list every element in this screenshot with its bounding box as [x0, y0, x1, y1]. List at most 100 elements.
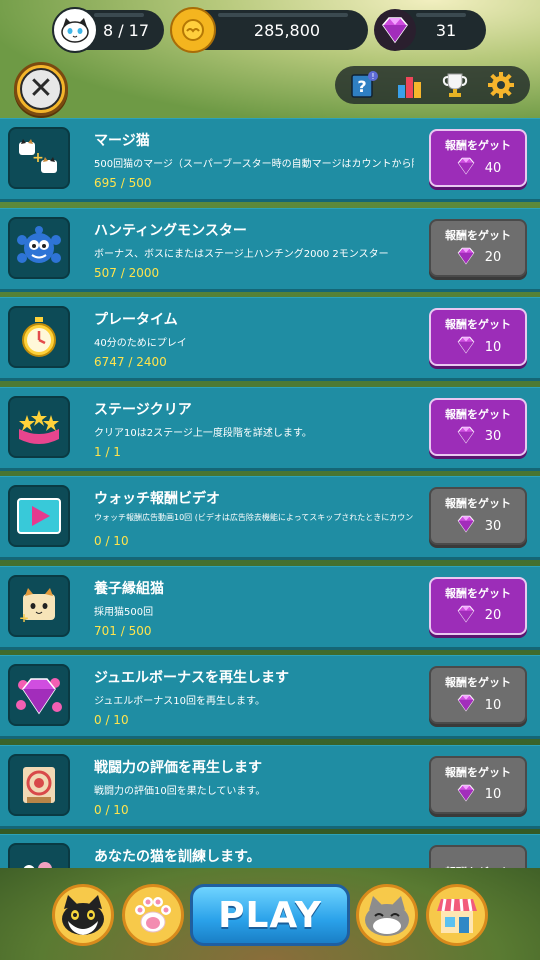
- shop-nav-button[interactable]: [426, 884, 488, 946]
- bottom-nav: PLAY: [0, 866, 540, 960]
- reward-amount: 10: [455, 694, 502, 716]
- achievement-description: 戦闘力の評価10回を果たしています。: [94, 785, 266, 797]
- ranking-button[interactable]: [439, 69, 471, 101]
- achievement-description: ジュエルボーナス10回を再生します。: [94, 696, 266, 707]
- achievement-card: + 養子縁組猫 採用猫500回 701 / 500 報酬をゲット 20: [0, 565, 540, 647]
- claim-reward-button[interactable]: 報酬をゲット 10: [429, 308, 527, 366]
- shop-icon: [437, 898, 477, 933]
- achievement-description: 40分のためにプレイ: [94, 338, 187, 349]
- gem-icon: [455, 336, 485, 358]
- claim-reward-button[interactable]: 報酬をゲット 10: [429, 755, 527, 814]
- coin-pill: 285,800: [170, 7, 368, 53]
- reward-value: 10: [484, 697, 502, 713]
- train-cat-icon: [8, 843, 70, 868]
- achievement-card: ウォッチ報酬ビデオウォッチ報酬広告動画10回 (ビデオは広告除去機能によってスキ…: [0, 476, 540, 557]
- gray-cat-icon: [365, 896, 409, 936]
- achievement-title: ハンティングモンスター: [94, 222, 247, 239]
- reward-value: 20: [484, 608, 502, 623]
- coin-count: 285,800: [253, 20, 321, 40]
- achievement-title: マージ猫: [94, 133, 150, 149]
- reward-value: 40: [484, 160, 502, 176]
- gem-icon: [374, 9, 416, 51]
- achievement-progress: 0 / 10: [94, 713, 129, 727]
- achievement-progress: 695 / 500: [94, 176, 152, 190]
- help-icon: ? !: [351, 71, 378, 98]
- cat-count: 8 / 17: [102, 20, 150, 40]
- reward-value: 30: [484, 518, 502, 534]
- stopwatch-icon: [8, 306, 70, 368]
- claim-reward-button[interactable]: 報酬をゲット 10: [429, 666, 527, 724]
- trophy-icon: [443, 73, 468, 97]
- cats-nav-button[interactable]: [52, 884, 114, 946]
- claim-reward-button[interactable]: 報酬をゲット 30: [429, 397, 527, 456]
- settings-button[interactable]: [485, 69, 517, 101]
- reward-value: 30: [484, 429, 502, 444]
- claim-reward-label: 報酬をゲット: [445, 139, 511, 152]
- video-play-icon: [8, 485, 70, 547]
- claim-reward-label: 報酬をゲット: [445, 765, 511, 779]
- achievement-title: 戦闘力の評価を再生します: [94, 759, 262, 776]
- svg-text:!: !: [371, 72, 374, 81]
- gem-icon: [455, 157, 485, 179]
- achievement-progress: 1 / 1: [94, 444, 121, 459]
- claim-reward-label: 報酬をゲット: [445, 407, 511, 421]
- gem-icon: [455, 605, 485, 627]
- achievement-description: 採用猫500回: [94, 606, 154, 618]
- gray-cat-nav-button[interactable]: [356, 884, 418, 946]
- coin-icon: [170, 7, 216, 53]
- reward-amount: 40: [455, 157, 502, 179]
- claim-reward-button[interactable]: 報酬をゲット 20: [429, 218, 527, 277]
- close-button[interactable]: ✕: [14, 62, 68, 116]
- help-button[interactable]: ? !: [348, 69, 380, 101]
- svg-text:+: +: [19, 611, 29, 625]
- monster-icon: [8, 216, 70, 279]
- reward-value: 20: [484, 250, 502, 265]
- claim-reward-label: 報酬をゲット: [445, 586, 511, 600]
- gem-icon: [455, 247, 485, 269]
- target-icon: [8, 753, 70, 816]
- stars-icon: [8, 395, 70, 458]
- achievement-title: あなたの猫を訓練します。: [94, 849, 261, 865]
- paw-nav-button[interactable]: [122, 884, 184, 946]
- tools-bar: ? !: [335, 66, 530, 104]
- claim-reward-label: 報酬をゲット: [445, 497, 511, 510]
- adopt-cat-icon: +: [8, 574, 70, 637]
- reward-value: 10: [484, 339, 502, 355]
- gem-count: 31: [435, 20, 457, 40]
- achievement-progress: 0 / 10: [94, 802, 129, 817]
- claim-reward-label: 報酬をゲット: [445, 676, 511, 689]
- stats-button[interactable]: [394, 69, 426, 101]
- achievement-progress: 507 / 2000: [94, 265, 160, 280]
- svg-text:+: +: [32, 150, 44, 166]
- achievement-card: プレータイム 40分のためにプレイ 6747 / 2400 報酬をゲット 10: [0, 297, 540, 378]
- cat-face-icon: [52, 7, 98, 53]
- achievement-progress: 701 / 500: [94, 623, 152, 638]
- claim-reward-button[interactable]: 報酬をゲット: [429, 845, 527, 868]
- gear-icon: [488, 72, 515, 98]
- achievement-description: ボーナス、ボスにまたはステージ上ハンチング2000 2モンスター: [94, 248, 389, 260]
- claim-reward-button[interactable]: 報酬をゲット 40: [429, 129, 527, 187]
- reward-amount: 30: [455, 515, 502, 537]
- claim-reward-button[interactable]: 報酬をゲット 20: [429, 576, 527, 635]
- achievement-card: あなたの猫を訓練します。 報酬をゲット: [0, 834, 540, 868]
- gem-icon: [455, 784, 485, 806]
- achievement-card: ジュエルボーナスを再生します ジュエルボーナス10回を再生します。 0 / 10 報酬…: [0, 655, 540, 736]
- achievement-description: クリア10は2ステージ上一度段階を詳述します。: [94, 427, 312, 439]
- paw-icon: [135, 897, 171, 933]
- svg-text:?: ?: [357, 77, 366, 96]
- gem-pill: 31: [374, 9, 486, 51]
- claim-reward-label: 報酬をゲット: [445, 228, 511, 242]
- claim-reward-button[interactable]: 報酬をゲット 30: [429, 487, 527, 545]
- achievement-card: 戦闘力の評価を再生します戦闘力の評価10回を果たしています。 0 / 10 報酬をゲ…: [0, 744, 540, 826]
- merge-cats-icon: +: [8, 127, 70, 189]
- achievement-description: ウォッチ報酬広告動画10回 (ビデオは広告除去機能によってスキップされたときにカ…: [94, 513, 414, 522]
- achievement-title: ステージクリア: [94, 401, 192, 418]
- reward-amount: 20: [455, 605, 502, 627]
- achievement-list[interactable]: + マージ猫 500回猫のマージ（スーパーブースター時の自動マージはカウントから除外…: [0, 118, 540, 868]
- gem-icon: [455, 426, 485, 448]
- achievement-title: ウォッチ報酬ビデオ: [94, 491, 220, 507]
- reward-amount: 10: [455, 784, 501, 806]
- achievement-progress: 0 / 10: [94, 534, 129, 548]
- play-button[interactable]: PLAY: [190, 884, 350, 946]
- achievement-progress: 6747 / 2400: [94, 355, 167, 369]
